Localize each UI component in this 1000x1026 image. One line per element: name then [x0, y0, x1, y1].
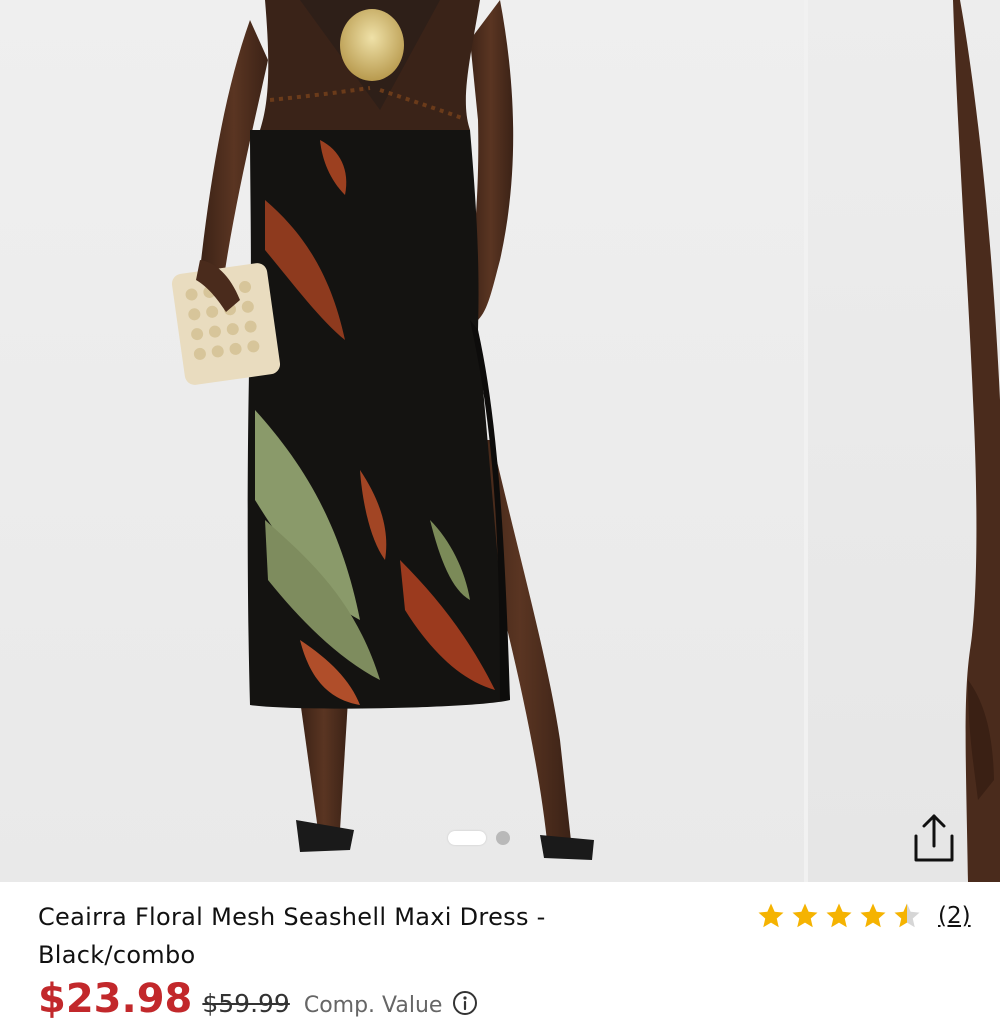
sale-price: $23.98 [38, 976, 193, 1022]
star-icon [860, 903, 886, 928]
carousel-dot[interactable] [496, 831, 510, 845]
share-icon [914, 814, 954, 862]
review-count-link[interactable]: (2) [938, 903, 971, 929]
carousel-indicator[interactable] [448, 829, 510, 847]
star-half-icon [894, 903, 920, 928]
product-title: Ceairra Floral Mesh Seashell Maxi Dress … [38, 903, 546, 969]
product-image-gallery[interactable] [0, 0, 1000, 882]
product-rating[interactable]: (2) [756, 898, 971, 934]
info-icon[interactable] [452, 990, 478, 1016]
price-row: $23.98 $59.99 Comp. Value [38, 976, 478, 1026]
compare-price: $59.99 [202, 989, 290, 1018]
rating-stars [756, 901, 922, 931]
star-icon [826, 903, 852, 928]
product-image-main[interactable] [0, 0, 804, 882]
product-image-next[interactable] [808, 0, 1000, 882]
carousel-dot-active[interactable] [448, 831, 486, 845]
compare-value-label: Comp. Value [303, 993, 443, 1018]
star-icon [758, 903, 784, 928]
star-icon [792, 903, 818, 928]
share-button[interactable] [902, 806, 966, 870]
